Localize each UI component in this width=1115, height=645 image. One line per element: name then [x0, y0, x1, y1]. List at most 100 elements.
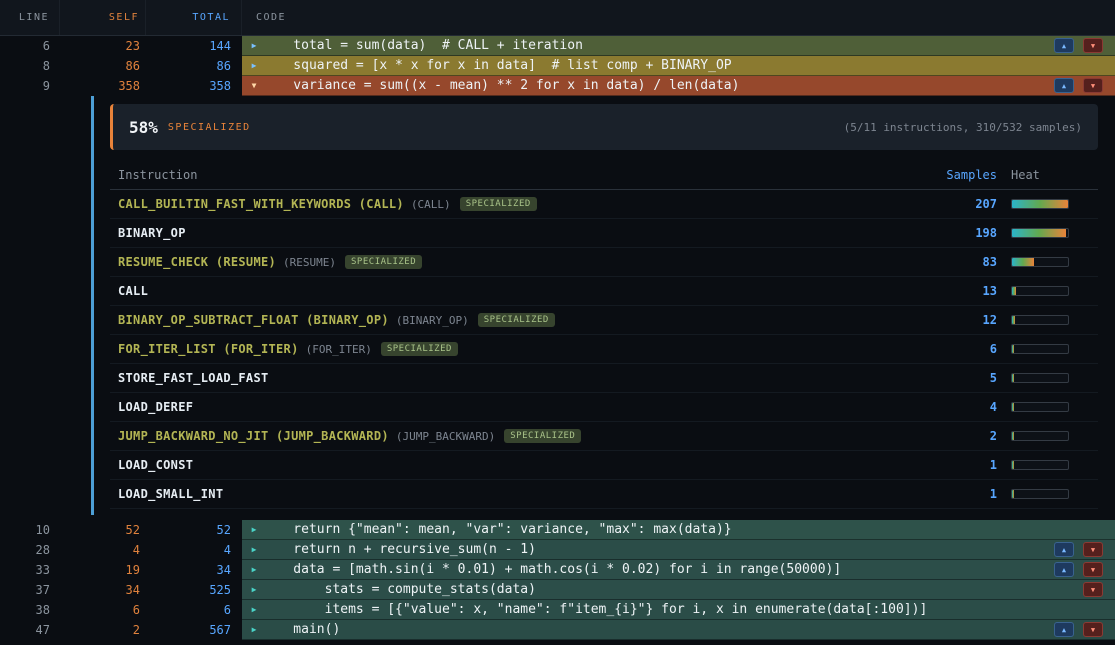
- heat-column-label: Heat: [1011, 168, 1069, 182]
- instruction-name: CALL: [118, 284, 148, 298]
- move-up-button[interactable]: ▲: [1054, 562, 1074, 577]
- instruction-samples: 2: [927, 429, 997, 443]
- column-header-self: SELF: [60, 0, 146, 35]
- instruction-base-opcode: (BINARY_OP): [396, 314, 469, 327]
- instruction-samples: 5: [927, 371, 997, 385]
- expand-toggle-icon[interactable]: ▶: [246, 41, 262, 50]
- code-text: main(): [262, 622, 340, 637]
- self-samples: 358: [60, 79, 146, 93]
- move-down-button[interactable]: ▼: [1083, 562, 1103, 577]
- instruction-samples: 83: [927, 255, 997, 269]
- collapse-toggle-icon[interactable]: ▼: [246, 81, 262, 90]
- specialized-badge: SPECIALIZED: [460, 197, 537, 211]
- instruction-info: LOAD_DEREF: [118, 400, 927, 414]
- row-actions: ▲▼: [1054, 562, 1103, 577]
- instruction-samples: 13: [927, 284, 997, 298]
- code-cell[interactable]: ▶ data = [math.sin(i * 0.01) + math.cos(…: [242, 560, 1115, 580]
- code-cell[interactable]: ▶ stats = compute_stats(data) ▼: [242, 580, 1115, 600]
- specialized-badge: SPECIALIZED: [504, 429, 581, 443]
- expand-toggle-icon[interactable]: ▶: [246, 525, 262, 534]
- instruction-row: RESUME_CHECK (RESUME)(RESUME)SPECIALIZED…: [110, 248, 1098, 277]
- code-cell[interactable]: ▶ squared = [x * x for x in data] # list…: [242, 56, 1115, 76]
- instruction-base-opcode: (CALL): [411, 198, 451, 211]
- code-cell[interactable]: ▶ total = sum(data) # CALL + iteration ▲ ▼: [242, 36, 1115, 56]
- heat-bar: [1011, 460, 1069, 470]
- code-cell[interactable]: ▶ return {"mean": mean, "var": variance,…: [242, 520, 1115, 540]
- self-samples: 23: [60, 39, 146, 53]
- instruction-base-opcode: (JUMP_BACKWARD): [396, 430, 495, 443]
- code-rows-top: 623144▶ total = sum(data) # CALL + itera…: [0, 36, 1115, 96]
- line-number: 33: [0, 563, 60, 577]
- heat-bar-fill: [1012, 403, 1014, 411]
- move-up-button[interactable]: ▲: [1054, 38, 1074, 53]
- code-cell[interactable]: ▶ main() ▲ ▼: [242, 620, 1115, 640]
- instruction-samples: 207: [927, 197, 997, 211]
- code-text: data = [math.sin(i * 0.01) + math.cos(i …: [262, 562, 841, 577]
- instruction-name: RESUME_CHECK (RESUME): [118, 255, 276, 269]
- instruction-samples: 12: [927, 313, 997, 327]
- code-text: total = sum(data) # CALL + iteration: [262, 38, 583, 53]
- instruction-info: LOAD_SMALL_INT: [118, 487, 927, 501]
- code-cell[interactable]: ▶ return n + recursive_sum(n - 1)▲▼: [242, 540, 1115, 560]
- expand-toggle-icon[interactable]: ▶: [246, 585, 262, 594]
- instruction-row: LOAD_DEREF4: [110, 393, 1098, 422]
- heat-bar: [1011, 228, 1069, 238]
- code-text: squared = [x * x for x in data] # list c…: [262, 58, 732, 73]
- line-number: 47: [0, 623, 60, 637]
- heat-bar-fill: [1012, 316, 1015, 324]
- specialization-summary: 58% SPECIALIZED (5/11 instructions, 310/…: [110, 104, 1098, 150]
- specialized-percent: 58%: [129, 118, 158, 137]
- move-down-button[interactable]: ▼: [1083, 78, 1103, 93]
- expand-toggle-icon[interactable]: ▶: [246, 61, 262, 70]
- code-cell[interactable]: ▶ items = [{"value": x, "name": f"item_{…: [242, 600, 1115, 620]
- instruction-name: FOR_ITER_LIST (FOR_ITER): [118, 342, 299, 356]
- heat-bar-fill: [1012, 200, 1068, 208]
- total-samples: 358: [146, 79, 242, 93]
- heat-bar-fill: [1012, 287, 1016, 295]
- expand-toggle-icon[interactable]: ▶: [246, 625, 262, 634]
- move-up-button[interactable]: ▲: [1054, 542, 1074, 557]
- code-row: 88686▶ squared = [x * x for x in data] #…: [0, 56, 1115, 76]
- line-number: 10: [0, 523, 60, 537]
- expand-toggle-icon[interactable]: ▶: [246, 565, 262, 574]
- instruction-name: LOAD_CONST: [118, 458, 193, 472]
- total-samples: 567: [146, 623, 242, 637]
- code-row: 623144▶ total = sum(data) # CALL + itera…: [0, 36, 1115, 56]
- total-samples: 52: [146, 523, 242, 537]
- move-down-button[interactable]: ▼: [1083, 38, 1103, 53]
- move-up-button[interactable]: ▲: [1054, 622, 1074, 637]
- specialization-stats: (5/11 instructions, 310/532 samples): [844, 121, 1082, 134]
- instruction-samples: 1: [927, 487, 997, 501]
- self-samples: 86: [60, 59, 146, 73]
- specialized-badge: SPECIALIZED: [478, 313, 555, 327]
- expand-toggle-icon[interactable]: ▶: [246, 545, 262, 554]
- move-down-button[interactable]: ▼: [1083, 542, 1103, 557]
- row-actions: ▲▼: [1054, 78, 1103, 93]
- code-cell[interactable]: ▼ variance = sum((x - mean) ** 2 for x i…: [242, 76, 1115, 96]
- heat-bar: [1011, 286, 1069, 296]
- heat-bar-fill: [1012, 345, 1014, 353]
- column-header-bar: LINE SELF TOTAL CODE: [0, 0, 1115, 36]
- column-header-line: LINE: [0, 0, 60, 35]
- code-row: 472567▶ main()▲▼: [0, 620, 1115, 640]
- code-text: stats = compute_stats(data): [262, 582, 536, 597]
- heat-bar: [1011, 344, 1069, 354]
- expand-toggle-icon[interactable]: ▶: [246, 605, 262, 614]
- instruction-info: STORE_FAST_LOAD_FAST: [118, 371, 927, 385]
- heat-bar: [1011, 402, 1069, 412]
- row-actions: ▲▼: [1054, 542, 1103, 557]
- instruction-row: BINARY_OP198: [110, 219, 1098, 248]
- instruction-samples: 6: [927, 342, 997, 356]
- move-up-button[interactable]: ▲: [1054, 78, 1074, 93]
- move-down-button[interactable]: ▼: [1083, 622, 1103, 637]
- heat-bar: [1011, 489, 1069, 499]
- instruction-info: CALL_BUILTIN_FAST_WITH_KEYWORDS (CALL)(C…: [118, 197, 927, 211]
- total-samples: 4: [146, 543, 242, 557]
- instruction-row: LOAD_SMALL_INT1: [110, 480, 1098, 509]
- move-down-button[interactable]: ▼: [1083, 582, 1103, 597]
- line-number: 37: [0, 583, 60, 597]
- total-samples: 34: [146, 563, 242, 577]
- specialized-badge: SPECIALIZED: [381, 342, 458, 356]
- instruction-samples: 4: [927, 400, 997, 414]
- instruction-name: BINARY_OP_SUBTRACT_FLOAT (BINARY_OP): [118, 313, 389, 327]
